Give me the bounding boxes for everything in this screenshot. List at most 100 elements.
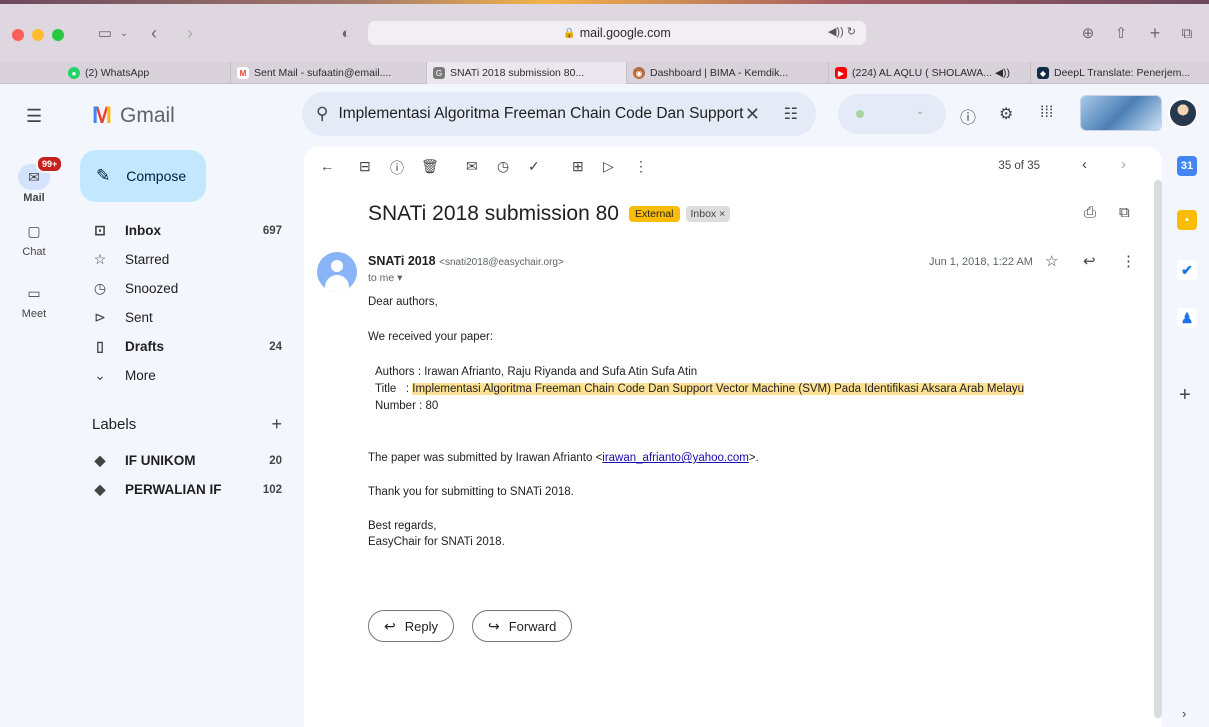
- tab-label: Sent Mail - sufaatin@email....: [254, 67, 392, 79]
- reply-icon: ↩: [384, 617, 396, 634]
- archive-icon[interactable]: ⊟: [359, 158, 371, 175]
- sidebar-item-label: More: [125, 368, 156, 383]
- address-bar[interactable]: 🔒 mail.google.com ◀)) ↻: [368, 21, 866, 45]
- gmail-header: ☰ M Gmail ⚲ Implementasi Algoritma Freem…: [0, 84, 1209, 146]
- sidebar-item-count: 20: [269, 454, 282, 467]
- sidebar-item-snoozed[interactable]: ◷ Snoozed: [68, 274, 292, 303]
- rail-meet[interactable]: ▭ Meet: [0, 280, 68, 321]
- sidebar-item-sent[interactable]: ⊳ Sent: [68, 303, 292, 332]
- pagination-text: 35 of 35: [998, 160, 1040, 172]
- sender-avatar[interactable]: [317, 252, 357, 292]
- search-icon[interactable]: ⚲: [316, 104, 328, 124]
- browser-toolbar: ▭ ⌄ ‹ › ◐ 🔒 mail.google.com ◀)) ↻ ⊕ ⇧ + …: [0, 0, 1209, 62]
- author-email-link[interactable]: irawan_afrianto@yahoo.com: [602, 452, 749, 464]
- sidebar-toggle-icon[interactable]: ▭: [94, 22, 116, 44]
- sidebar-item-more[interactable]: ⌄ More: [68, 361, 292, 390]
- share-icon[interactable]: ⇧: [1112, 22, 1130, 44]
- help-icon[interactable]: ⓘ: [960, 104, 976, 128]
- forward-button[interactable]: ›: [182, 22, 198, 44]
- tab-sent-mail[interactable]: M Sent Mail - sufaatin@email....: [230, 62, 426, 84]
- back-arrow-icon[interactable]: ←: [320, 158, 334, 174]
- account-avatar[interactable]: [1168, 98, 1198, 128]
- mark-unread-icon[interactable]: ✉: [466, 158, 478, 175]
- contacts-icon[interactable]: ♟: [1177, 308, 1197, 328]
- gmail-logo[interactable]: M Gmail: [92, 102, 175, 130]
- sidebar-item-label: PERWALIAN IF: [125, 482, 222, 497]
- sidebar-item-label: IF UNIKOM: [125, 453, 196, 468]
- print-icon[interactable]: ⎙: [1084, 204, 1096, 221]
- sidebar-label-if-unikom[interactable]: ◆ IF UNIKOM 20: [68, 446, 292, 475]
- label-icon: ◆: [94, 452, 106, 468]
- chevron-down-icon[interactable]: ⌄: [118, 22, 130, 44]
- email-number-line: Number : 80: [375, 400, 439, 412]
- app-rail: ✉ 99+ Mail ▢ Chat ▭ Meet: [0, 84, 68, 727]
- clear-search-icon[interactable]: ✕: [745, 104, 760, 125]
- snooze-icon[interactable]: ◷: [497, 158, 509, 175]
- minimize-window-button[interactable]: [32, 29, 44, 41]
- audio-reload-icons[interactable]: ◀)) ↻: [828, 25, 856, 38]
- downloads-icon[interactable]: ⊕: [1079, 22, 1097, 44]
- label-icon: ◆: [94, 481, 106, 497]
- keep-icon[interactable]: ▪: [1177, 210, 1197, 230]
- url-text: mail.google.com: [579, 26, 671, 40]
- back-button[interactable]: ‹: [146, 22, 162, 44]
- more-vert-icon[interactable]: ⋮: [1121, 252, 1136, 270]
- star-icon[interactable]: ☆: [1045, 252, 1058, 270]
- message-pane: ← ⊟ ⓘ 🗑 ✉ ◷ ✓ ⊞ ▷ ⋮ 35 of 35 ‹ › SNATi 2…: [304, 146, 1162, 727]
- rail-mail[interactable]: ✉ 99+ Mail: [0, 155, 68, 204]
- status-selector[interactable]: ⌄: [838, 94, 946, 134]
- sidebar-item-label: Drafts: [125, 339, 165, 354]
- gear-icon[interactable]: ⚙: [999, 104, 1013, 124]
- sidebar-item-count: 24: [269, 340, 282, 353]
- bima-icon: ◉: [633, 67, 645, 79]
- sidebar-item-inbox[interactable]: ⊡ Inbox 697: [68, 216, 292, 245]
- rail-chat[interactable]: ▢ Chat: [0, 218, 68, 259]
- inbox-label-chip[interactable]: Inbox ×: [685, 206, 731, 222]
- newer-chevron-icon[interactable]: ‹: [1082, 156, 1087, 173]
- chevron-right-icon[interactable]: ›: [1182, 706, 1186, 721]
- youtube-icon: ▶: [835, 67, 847, 79]
- reply-label: Reply: [404, 618, 438, 634]
- shield-icon[interactable]: ◐: [337, 22, 355, 44]
- delete-icon[interactable]: 🗑: [421, 158, 439, 175]
- search-options-icon[interactable]: ☷: [784, 104, 798, 124]
- forward-button[interactable]: ↪ Forward: [472, 610, 573, 642]
- sidebar-label-perwalian-if[interactable]: ◆ PERWALIAN IF 102: [68, 475, 292, 504]
- tasks-icon[interactable]: ✔: [1177, 260, 1197, 280]
- more-vert-icon[interactable]: ⋮: [634, 158, 648, 175]
- apps-grid-icon[interactable]: ⁞⁞⁞: [1040, 104, 1053, 122]
- report-spam-icon[interactable]: ⓘ: [390, 158, 404, 178]
- add-task-icon[interactable]: ✓: [528, 158, 540, 175]
- sidebar-item-drafts[interactable]: ▯ Drafts 24: [68, 332, 292, 361]
- open-new-window-icon[interactable]: ⧉: [1119, 204, 1130, 221]
- tab-youtube[interactable]: ▶ (224) AL AQLU ( SHOLAWA... ◀)): [828, 62, 1030, 84]
- email-authors-line: Authors : Irawan Afrianto, Raju Riyanda …: [375, 366, 698, 378]
- search-input[interactable]: Implementasi Algoritma Freeman Chain Cod…: [338, 105, 743, 123]
- search-bar[interactable]: ⚲ Implementasi Algoritma Freeman Chain C…: [302, 92, 816, 136]
- tab-whatsapp[interactable]: ● (2) WhatsApp: [62, 62, 230, 84]
- add-addon-icon[interactable]: +: [1179, 384, 1191, 407]
- reply-button[interactable]: ↩ Reply: [368, 610, 454, 642]
- message-scrollbar[interactable]: [1154, 180, 1162, 718]
- reply-icon[interactable]: ↩: [1083, 252, 1096, 270]
- move-to-icon[interactable]: ⊞: [572, 158, 584, 175]
- chat-icon: ▢: [27, 222, 41, 239]
- recipient-details-toggle[interactable]: to me ▾: [368, 272, 402, 284]
- sidebar-item-label: Starred: [125, 252, 170, 267]
- tab-overview-icon[interactable]: ⧉: [1178, 22, 1196, 44]
- sender-name[interactable]: SNATi 2018: [368, 254, 436, 268]
- zoom-window-button[interactable]: [52, 29, 64, 41]
- add-label-icon[interactable]: +: [271, 414, 282, 435]
- calendar-icon[interactable]: 31: [1177, 156, 1197, 176]
- tab-snati-submission[interactable]: G SNATi 2018 submission 80...: [426, 62, 626, 84]
- label-icon[interactable]: ▷: [603, 158, 614, 175]
- older-chevron-icon[interactable]: ›: [1121, 156, 1126, 173]
- sidebar-item-starred[interactable]: ☆ Starred: [68, 245, 292, 274]
- close-window-button[interactable]: [12, 29, 24, 41]
- new-tab-icon[interactable]: +: [1146, 22, 1164, 44]
- workspace-logo[interactable]: [1080, 95, 1162, 131]
- tab-dashboard-bima[interactable]: ◉ Dashboard | BIMA - Kemdik...: [626, 62, 828, 84]
- compose-button[interactable]: ✎ Compose: [80, 150, 206, 202]
- pencil-icon: ✎: [96, 166, 111, 185]
- tab-deepl[interactable]: ◆ DeepL Translate: Penerjem...: [1030, 62, 1209, 84]
